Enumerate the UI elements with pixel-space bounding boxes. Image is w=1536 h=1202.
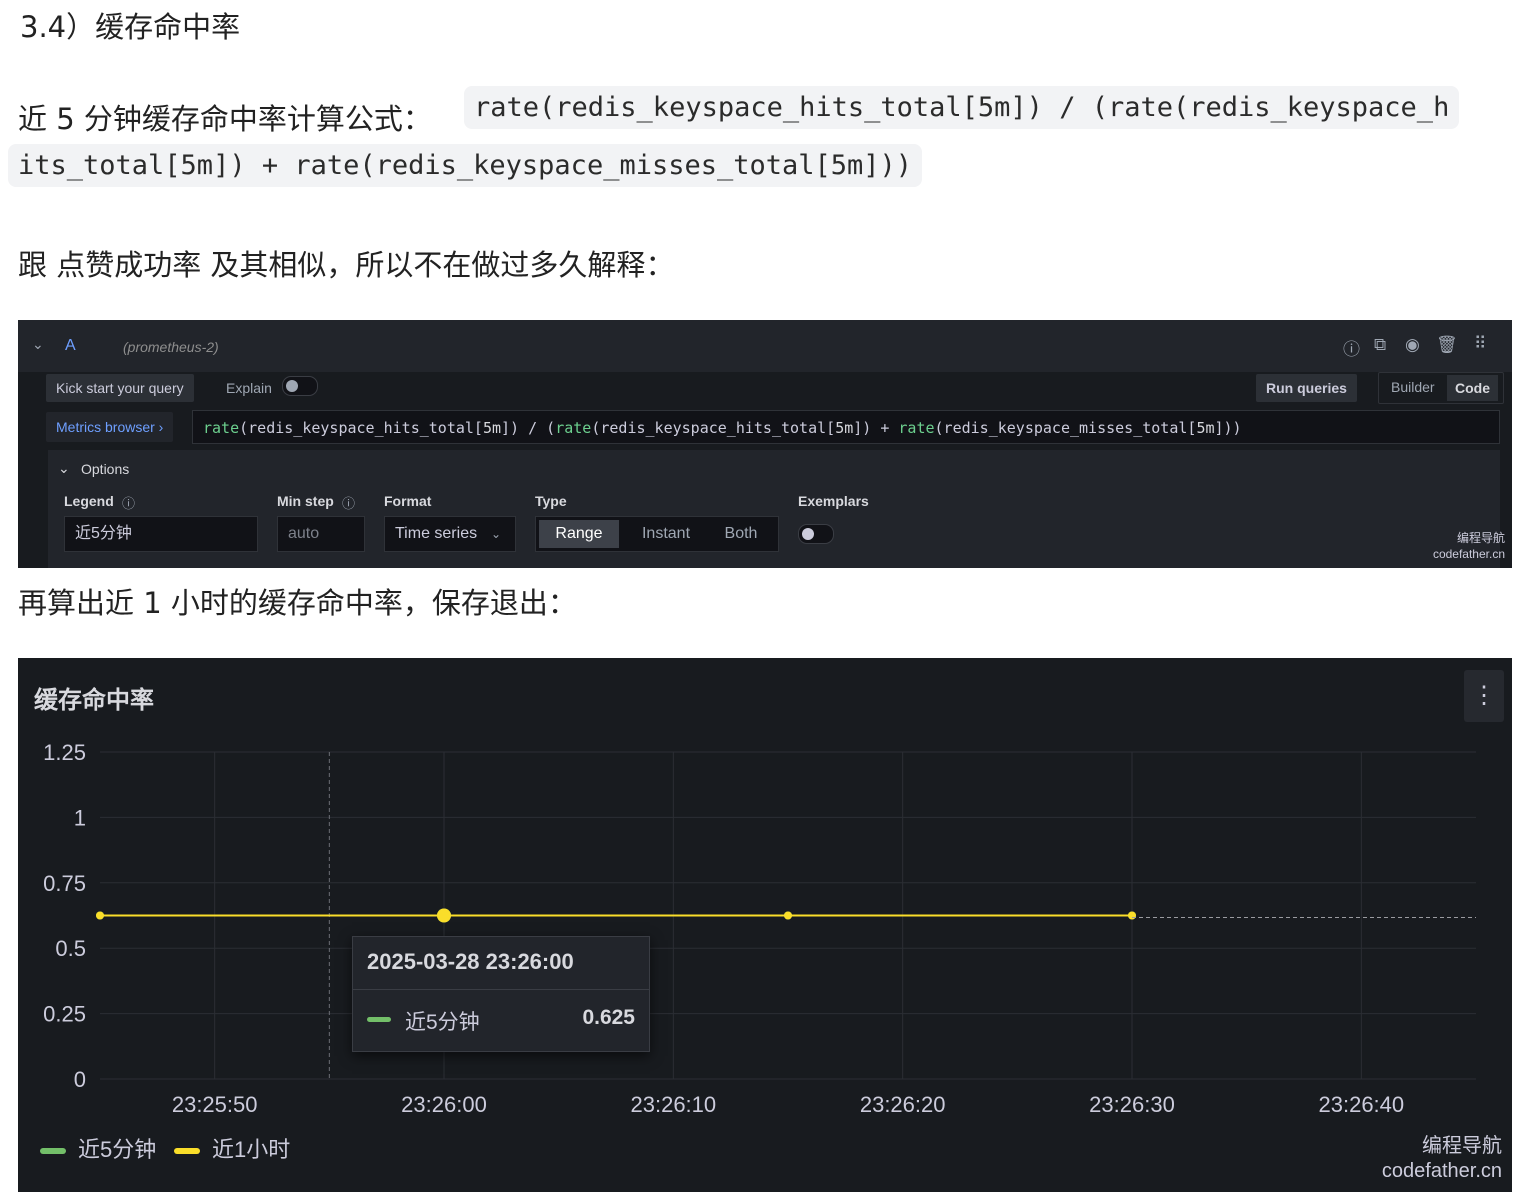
x-tick-label: 23:25:50 [172,1092,258,1117]
exemplars-label: Exemplars [798,493,869,509]
explain-toggle[interactable] [282,376,318,396]
tooltip-divider [353,989,649,990]
run-queries-button[interactable]: Run queries [1256,374,1357,402]
format-select[interactable]: Time series ⌄ [384,516,516,552]
legend-info-icon[interactable]: ⓘ [122,493,135,512]
y-tick-label: 0.25 [43,1002,86,1027]
eye-icon[interactable]: ◉ [1405,335,1420,355]
graph-panel: 缓存命中率 ⋮ 1.25 1 0.75 0.5 0.25 0 23:25:50 23:26:0… [18,658,1512,1192]
data-point [1128,911,1136,920]
type-both-option[interactable]: Both [708,516,774,552]
legend-swatch [174,1148,200,1155]
query-token: (redis_keyspace_misses_total[ [934,419,1197,437]
min-step-info-icon[interactable]: ⓘ [342,493,355,512]
chevron-down-icon: ⌄ [490,527,501,541]
legend-label: 近1小时 [212,1137,291,1162]
watermark: 编程导航 codefather.cn [1381,1135,1502,1182]
kick-start-button[interactable]: Kick start your query [46,374,194,402]
min-step-input[interactable]: auto [277,516,365,552]
legend-label: 近5分钟 [78,1137,157,1162]
query-input[interactable]: rate(redis_keyspace_hits_total[5m]) / (r… [192,410,1500,444]
drag-handle-icon[interactable]: ⠿ [1474,334,1486,354]
line-chart: 1.25 1 0.75 0.5 0.25 0 23:25:50 23:26:00 23:26:1… [43,740,1476,1117]
data-point [784,911,792,920]
data-point [96,911,104,920]
legend-item-1h[interactable]: 近1小时 [174,1132,290,1164]
metrics-browser-button[interactable]: Metrics browser › [46,412,174,442]
legend-label: Legend [64,493,114,509]
x-tick-label: 23:26:40 [1319,1092,1405,1117]
formula-code-line2: its_total[5m]) + rate(redis_keyspace_mis… [8,144,923,187]
explain-label: Explain [226,380,272,396]
options-chevron-icon[interactable]: ⌄ [58,460,70,477]
editor-mode-toggle: Builder Code [1378,372,1504,404]
y-tick-label: 0.5 [55,936,86,961]
tooltip-series-swatch [367,1017,391,1022]
x-tick-label: 23:26:30 [1089,1092,1175,1117]
next-step-text: 再算出近 1 小时的缓存命中率，保存退出： [18,586,577,620]
tooltip-value: 0.625 [582,1006,635,1029]
query-token: ]) + [853,419,899,437]
query-token: rate [555,419,592,437]
duplicate-icon[interactable]: ⧉ [1374,335,1386,355]
query-token: 5m [1196,419,1215,437]
min-step-label: Min step [277,493,334,509]
y-tick-label: 0 [74,1067,86,1092]
y-tick-label: 1 [74,805,86,830]
explanation-text: 跟 点赞成功率 及其相似，所以不在做过多久解释： [18,248,675,282]
query-token: ]) / ( [501,419,556,437]
datasource-name: (prometheus-2) [123,339,219,355]
x-tick-label: 23:26:10 [631,1092,717,1117]
x-tick-label: 23:26:00 [401,1092,487,1117]
section-heading: 3.4）缓存命中率 [20,10,241,44]
format-label: Format [384,493,432,509]
chart-tooltip: 2025-03-28 23:26:00 近5分钟 0.625 [352,936,650,1052]
legend-swatch [40,1148,66,1155]
legend-input[interactable]: 近5分钟 [64,516,258,552]
query-token: (redis_keyspace_hits_total[ [591,419,836,437]
tooltip-time: 2025-03-28 23:26:00 [367,949,574,974]
help-icon[interactable]: ⓘ [1343,335,1360,360]
formula-label: 近 5 分钟缓存命中率计算公式： [18,102,432,136]
format-value: Time series [395,525,478,542]
data-point [437,908,451,923]
exemplars-toggle[interactable] [798,524,834,544]
query-token: 5m [835,419,854,437]
query-editor: ⌄ A (prometheus-2) ⓘ ⧉ ◉ 🗑 ⠿ Kick start … [18,320,1512,568]
formula-code-line1: rate(redis_keyspace_hits_total[5m]) / (r… [464,86,1460,129]
x-tick-label: 23:26:20 [860,1092,946,1117]
query-token: rate [203,419,240,437]
watermark: 编程导航 codefather.cn [1432,531,1505,561]
type-label: Type [535,493,567,509]
query-token: (redis_keyspace_hits_total[ [239,419,483,437]
options-toggle[interactable]: Options [81,461,129,477]
type-range-option[interactable]: Range [539,520,619,548]
legend-item-5min[interactable]: 近5分钟 [40,1132,156,1164]
query-row-header: ⌄ A (prometheus-2) ⓘ ⧉ ◉ 🗑 ⠿ [18,320,1512,372]
query-token: 5m [482,419,502,437]
tooltip-series-name: 近5分钟 [405,1011,480,1034]
query-ref-id[interactable]: A [65,337,76,355]
chevron-down-icon[interactable]: ⌄ [32,336,44,353]
y-tick-label: 1.25 [43,740,86,765]
builder-tab[interactable]: Builder [1391,379,1435,395]
type-instant-option[interactable]: Instant [626,516,706,552]
code-tab[interactable]: Code [1447,375,1498,401]
query-token: ])) [1214,419,1242,437]
query-token: rate [898,419,935,437]
y-tick-label: 0.75 [43,871,86,896]
trash-icon[interactable]: 🗑 [1436,335,1458,355]
